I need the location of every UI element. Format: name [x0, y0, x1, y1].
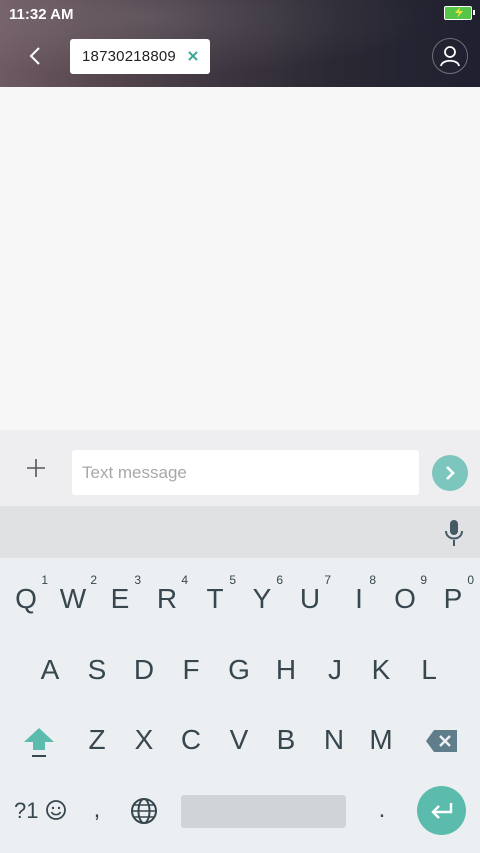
- key-w[interactable]: W2: [59, 573, 97, 613]
- status-time: 11:32 AM: [9, 6, 74, 23]
- recipient-chip[interactable]: 18730218809: [70, 39, 210, 74]
- key-l[interactable]: L: [418, 656, 440, 684]
- plus-icon[interactable]: [24, 456, 48, 480]
- key-x[interactable]: X: [133, 726, 155, 754]
- recipient-number: 18730218809: [82, 48, 176, 65]
- compose-bar: [0, 430, 480, 506]
- key-g[interactable]: G: [227, 656, 251, 684]
- key-n[interactable]: N: [322, 726, 346, 754]
- suggestion-bar: [0, 506, 480, 558]
- key-r[interactable]: R4: [156, 573, 188, 613]
- key-m[interactable]: M: [366, 726, 396, 754]
- back-arrow-icon[interactable]: [24, 44, 48, 68]
- space-key[interactable]: [181, 795, 346, 828]
- key-t[interactable]: T5: [204, 573, 236, 613]
- message-list: [0, 87, 480, 430]
- key-p[interactable]: P0: [442, 573, 474, 613]
- close-icon[interactable]: [186, 49, 200, 63]
- contact-icon[interactable]: [432, 38, 468, 74]
- message-input[interactable]: [72, 450, 419, 495]
- key-j[interactable]: J: [324, 656, 346, 684]
- key-u[interactable]: U7: [299, 573, 331, 613]
- key-h[interactable]: H: [275, 656, 297, 684]
- key-d[interactable]: D: [133, 656, 155, 684]
- key-b[interactable]: B: [275, 726, 297, 754]
- key-a[interactable]: A: [38, 656, 62, 684]
- key-comma[interactable]: ,: [88, 798, 106, 822]
- mic-icon[interactable]: [443, 519, 465, 547]
- key-z[interactable]: Z: [85, 726, 109, 754]
- key-f[interactable]: F: [180, 656, 202, 684]
- key-o[interactable]: O9: [393, 573, 427, 613]
- key-y[interactable]: Y6: [251, 573, 283, 613]
- battery-icon: [444, 6, 475, 20]
- key-s[interactable]: S: [86, 656, 108, 684]
- key-k[interactable]: K: [370, 656, 392, 684]
- key-e[interactable]: E3: [109, 573, 141, 613]
- emoji-icon: [45, 798, 67, 823]
- send-icon[interactable]: [432, 455, 468, 491]
- enter-icon[interactable]: [417, 786, 466, 835]
- app-header: 11:32 AM 18730218809: [0, 0, 480, 87]
- key-q[interactable]: Q1: [14, 573, 48, 613]
- key-c[interactable]: C: [180, 726, 202, 754]
- key-period[interactable]: .: [373, 798, 391, 822]
- backspace-icon[interactable]: [425, 728, 459, 760]
- key-i[interactable]: I8: [352, 573, 376, 613]
- symbols-key[interactable]: ?1: [14, 798, 67, 824]
- shift-icon[interactable]: [22, 726, 56, 767]
- keyboard: Q1 W2 E3 R4 T5 Y6 U7 I8 O9 P0 A S D F G …: [0, 558, 480, 853]
- key-v[interactable]: V: [227, 726, 251, 754]
- globe-icon[interactable]: [129, 796, 159, 833]
